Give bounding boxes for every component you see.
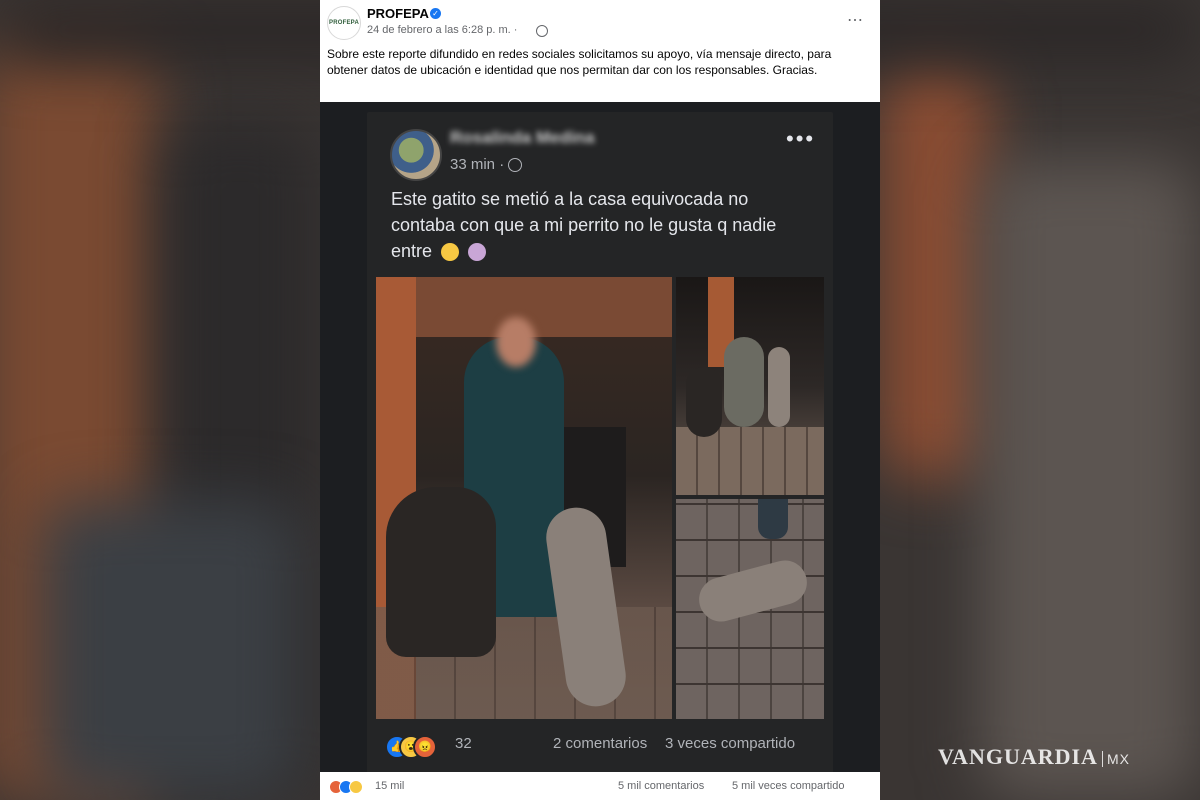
shrug-emoji-icon [468, 243, 487, 262]
shared-shares-count: 3 veces compartido [665, 735, 796, 752]
photo-main [376, 277, 672, 719]
page-avatar[interactable]: PROFEPA [327, 6, 361, 40]
watermark-region: MX [1101, 751, 1130, 767]
facebook-post-card: PROFEPA PROFEPA ✓ 24 de febrero a las 6:… [320, 0, 880, 800]
grimace-emoji-icon [441, 243, 460, 262]
more-options-icon: ••• [786, 126, 816, 151]
reaction-count[interactable]: 15 mil [375, 780, 404, 792]
post-caption: Sobre este reporte difundido en redes so… [327, 47, 832, 77]
sad-reaction-icon [349, 780, 363, 794]
shared-comments-count: 2 comentarios [553, 735, 648, 752]
photo-top-right [676, 277, 824, 495]
photo-bottom-right [676, 499, 824, 719]
author-name-blurred: Rosalinda Medina [450, 128, 595, 147]
comments-count[interactable]: 5 mil comentarios [618, 780, 704, 792]
shares-count[interactable]: 5 mil veces compartido [732, 780, 845, 792]
globe-icon [536, 25, 548, 37]
page-name[interactable]: PROFEPA [367, 6, 429, 21]
post-date[interactable]: 24 de febrero a las 6:28 p. m. · [367, 24, 517, 36]
angry-reaction-icon: 😠 [413, 735, 437, 759]
logo-text: PROFEPA [329, 20, 359, 26]
shared-post-text: Este gatito se metió a la casa equivocad… [391, 186, 811, 264]
shared-post-reactions: 👍 😮 😠 [385, 732, 505, 759]
shared-reaction-count: 32 [455, 735, 472, 752]
post-footer: 15 mil 5 mil comentarios 5 mil veces com… [320, 772, 880, 800]
watermark-brand: VANGUARDIA [938, 744, 1098, 769]
shared-post-time: 33 min · [450, 156, 505, 173]
author-avatar [390, 129, 442, 181]
verified-badge-icon: ✓ [430, 8, 441, 19]
vanguardia-watermark: VANGUARDIA MX [938, 744, 1130, 770]
shared-post-screenshot: Rosalinda Medina 33 min · ••• Este gatit… [367, 112, 833, 774]
globe-icon [508, 158, 522, 172]
post-header: PROFEPA PROFEPA ✓ 24 de febrero a las 6:… [320, 0, 880, 102]
more-options-button[interactable]: ⋯ [847, 10, 864, 30]
